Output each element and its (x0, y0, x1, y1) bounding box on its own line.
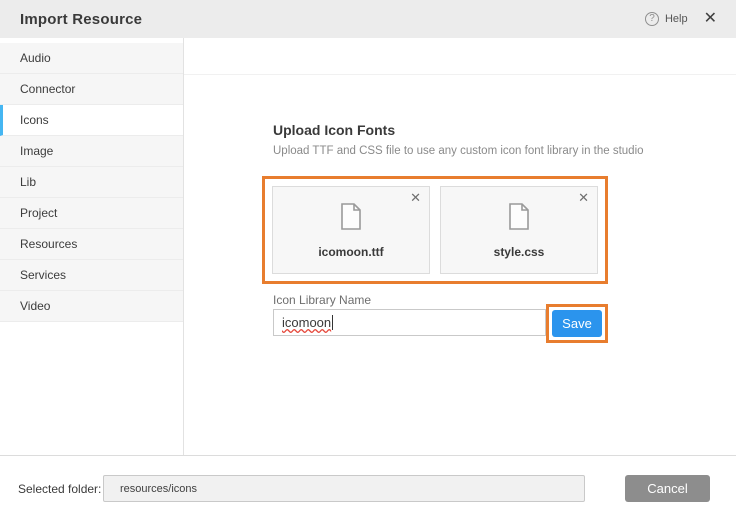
dialog-title: Import Resource (20, 11, 142, 28)
selected-folder-label: Selected folder: (18, 482, 101, 496)
cancel-button[interactable]: Cancel (625, 475, 710, 502)
dialog-footer: Selected folder: resources/icons Cancel (0, 455, 736, 511)
help-icon: ? (645, 12, 659, 26)
file-card-css: ✕ style.css (440, 186, 598, 274)
sidebar-item-audio[interactable]: Audio (0, 43, 183, 74)
sidebar-item-icons[interactable]: Icons (0, 105, 183, 136)
file-name: style.css (494, 245, 545, 259)
dialog-header: Import Resource ? Help ✕ (0, 0, 736, 38)
sidebar-item-resources[interactable]: Resources (0, 229, 183, 260)
sidebar-item-image[interactable]: Image (0, 136, 183, 167)
sidebar-item-video[interactable]: Video (0, 291, 183, 322)
file-name: icomoon.ttf (318, 245, 383, 259)
upload-subtitle: Upload TTF and CSS file to use any custo… (273, 145, 644, 157)
save-highlight-box: Save (546, 304, 608, 343)
icon-library-name-label: Icon Library Name (273, 293, 371, 307)
icon-library-name-input[interactable]: icomoon (273, 309, 546, 336)
remove-file-icon[interactable]: ✕ (578, 190, 589, 206)
sidebar-item-services[interactable]: Services (0, 260, 183, 291)
import-resource-dialog: Import Resource ? Help ✕ Audio Connector… (0, 0, 736, 511)
uploaded-files-highlight-box: ✕ icomoon.ttf ✕ style.css (262, 176, 608, 284)
sidebar-item-lib[interactable]: Lib (0, 167, 183, 198)
text-caret (332, 315, 333, 330)
file-card-ttf: ✕ icomoon.ttf (272, 186, 430, 274)
help-button[interactable]: ? Help (645, 12, 688, 26)
remove-file-icon[interactable]: ✕ (410, 190, 421, 206)
close-icon[interactable]: ✕ (704, 11, 717, 27)
sidebar-item-connector[interactable]: Connector (0, 74, 183, 105)
sidebar-item-project[interactable]: Project (0, 198, 183, 229)
save-button[interactable]: Save (552, 310, 602, 337)
main-top-divider (184, 74, 736, 75)
help-label: Help (665, 13, 688, 25)
upload-heading: Upload Icon Fonts (273, 122, 395, 138)
selected-folder-input[interactable]: resources/icons (103, 475, 585, 502)
document-icon (340, 203, 362, 235)
resource-type-sidebar: Audio Connector Icons Image Lib Project … (0, 38, 184, 455)
main-panel: Upload Icon Fonts Upload TTF and CSS fil… (184, 38, 736, 455)
document-icon (508, 203, 530, 235)
selected-folder-value: resources/icons (120, 483, 197, 495)
icon-library-name-value: icomoon (282, 315, 331, 330)
